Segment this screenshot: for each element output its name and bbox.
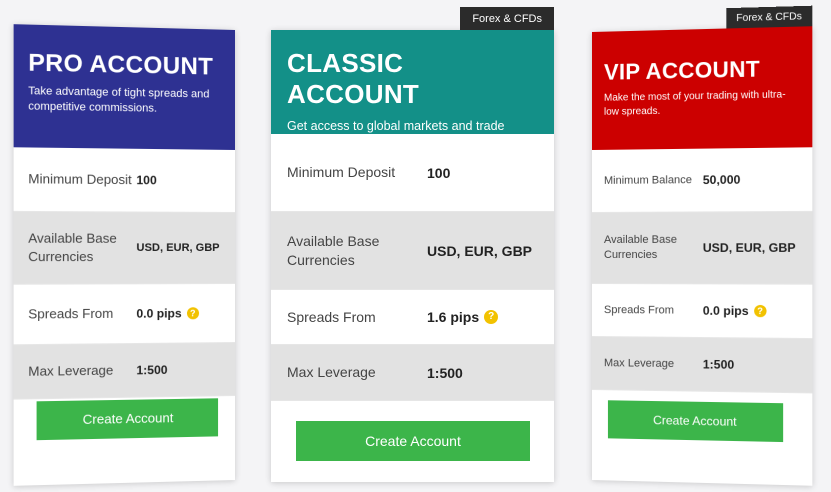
classic-description: Get access to global markets and trade c… xyxy=(287,118,527,153)
vip-min-balance-value: 50,000 xyxy=(703,173,741,188)
classic-header: CLASSIC ACCOUNT Get access to global mar… xyxy=(271,30,554,134)
question-icon[interactable]: ? xyxy=(484,310,498,324)
pro-min-deposit-value: 100 xyxy=(136,173,156,187)
vip-account-card: Forex & CFDs VIP ACCOUNT Make the most o… xyxy=(592,26,812,486)
vip-header: VIP ACCOUNT Make the most of your tradin… xyxy=(592,26,812,150)
classic-row-base-currencies: Available Base Currencies USD, EUR, GBP xyxy=(271,212,554,290)
pro-row-minimum-deposit: Minimum Deposit 100 xyxy=(14,147,235,213)
classic-tag-forex-cfds: Forex & CFDs xyxy=(460,7,554,31)
pro-row-base-currencies: Available Base Currencies USD, EUR, GBP xyxy=(14,212,235,285)
pro-spreads-value: 0.0 pips xyxy=(136,306,181,320)
pro-leverage-value: 1:500 xyxy=(136,363,167,378)
vip-row-base-currencies: Available Base Currencies USD, EUR, GBP xyxy=(592,212,812,285)
classic-spreads-label: Spreads From xyxy=(287,308,427,327)
pro-leverage-label: Max Leverage xyxy=(28,361,136,380)
vip-leverage-value: 1:500 xyxy=(703,357,734,372)
pro-account-card: Forex & CFDs PRO ACCOUNT Take advantage … xyxy=(14,24,235,486)
classic-spreads-value-wrap: 1.6 pips ? xyxy=(427,309,498,325)
classic-leverage-label: Max Leverage xyxy=(287,363,427,382)
question-icon[interactable]: ? xyxy=(754,305,766,317)
classic-min-deposit-label: Minimum Deposit xyxy=(287,163,427,182)
classic-currencies-label: Available Base Currencies xyxy=(287,232,427,270)
vip-min-balance-label: Minimum Balance xyxy=(604,173,703,189)
vip-spreads-value: 0.0 pips xyxy=(703,304,749,319)
classic-row-spreads: Spreads From 1.6 pips ? xyxy=(271,290,554,345)
pro-description: Take advantage of tight spreads and comp… xyxy=(28,84,221,119)
vip-currencies-label: Available Base Currencies xyxy=(604,233,703,263)
classic-account-card: Forex & CFDs CLASSIC ACCOUNT Get access … xyxy=(271,30,554,482)
vip-description: Make the most of your trading with ultra… xyxy=(604,88,800,120)
pro-row-spreads: Spreads From 0.0 pips ? xyxy=(14,284,235,345)
pro-title: PRO ACCOUNT xyxy=(28,49,221,82)
pro-currencies-value: USD, EUR, GBP xyxy=(136,242,219,254)
classic-currencies-value: USD, EUR, GBP xyxy=(427,243,532,259)
vip-spreads-value-wrap: 0.0 pips ? xyxy=(703,304,766,319)
classic-row-leverage: Max Leverage 1:500 xyxy=(271,345,554,401)
pro-create-account-button[interactable]: Create Account xyxy=(37,398,218,440)
classic-create-account-button[interactable]: Create Account xyxy=(296,421,530,461)
pro-spreads-label: Spreads From xyxy=(28,305,136,324)
classic-title: CLASSIC ACCOUNT xyxy=(287,48,538,110)
pro-row-leverage: Max Leverage 1:500 xyxy=(14,343,235,400)
vip-row-minimum-balance: Minimum Balance 50,000 xyxy=(592,147,812,213)
pro-currencies-label: Available Base Currencies xyxy=(28,230,136,266)
vip-spreads-label: Spreads From xyxy=(604,303,703,319)
vip-currencies-value: USD, EUR, GBP xyxy=(703,241,796,255)
pro-header: PRO ACCOUNT Take advantage of tight spre… xyxy=(14,24,235,150)
vip-title: VIP ACCOUNT xyxy=(604,55,800,86)
vip-row-leverage: Max Leverage 1:500 xyxy=(592,337,812,393)
classic-min-deposit-value: 100 xyxy=(427,165,450,181)
vip-leverage-label: Max Leverage xyxy=(604,356,703,372)
classic-leverage-value: 1:500 xyxy=(427,365,463,381)
classic-spreads-value: 1.6 pips xyxy=(427,309,479,325)
pro-min-deposit-label: Minimum Deposit xyxy=(28,170,136,189)
vip-row-spreads: Spreads From 0.0 pips ? xyxy=(592,284,812,339)
vip-create-account-button[interactable]: Create Account xyxy=(608,400,783,442)
question-icon[interactable]: ? xyxy=(187,307,199,319)
pro-spreads-value-wrap: 0.0 pips ? xyxy=(136,306,198,321)
